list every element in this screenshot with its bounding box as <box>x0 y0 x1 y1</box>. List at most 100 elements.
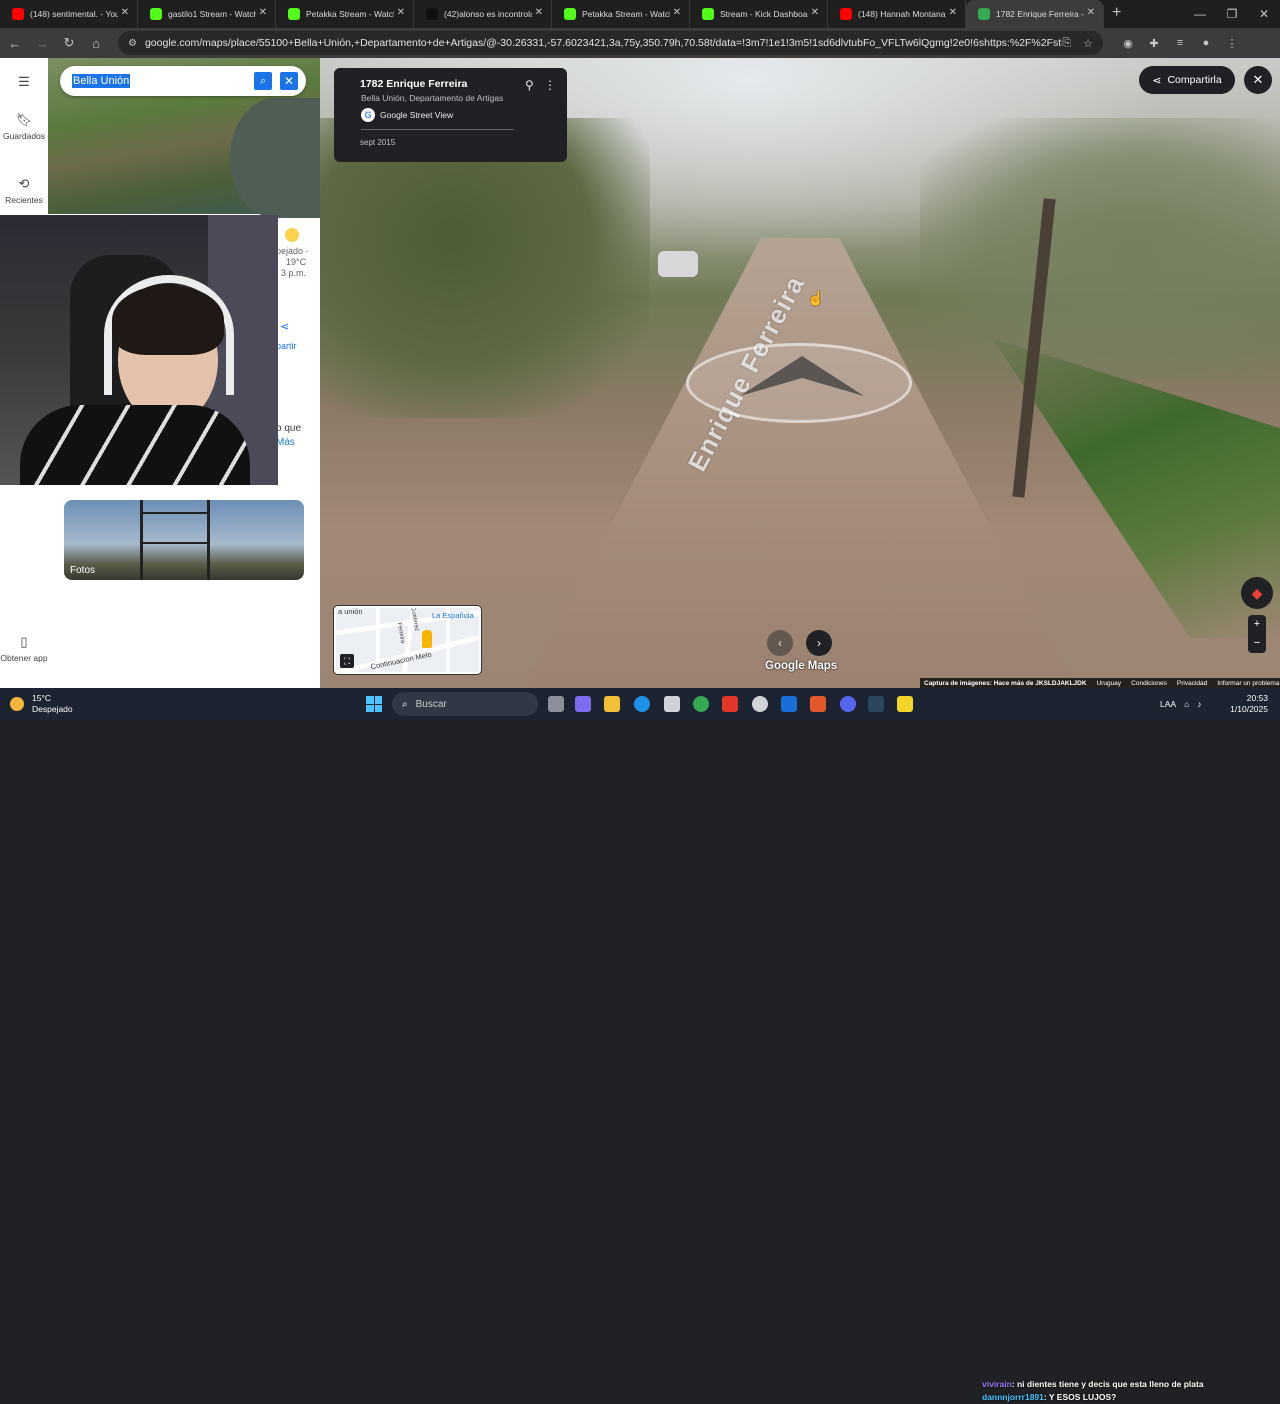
share-action[interactable]: ⋖ partir <box>276 320 297 351</box>
task-view-icon[interactable] <box>548 696 564 712</box>
taskbar-search-placeholder: Buscar <box>415 698 447 710</box>
browser-tab[interactable]: (148) sentimental. - YouTube✕ <box>0 0 138 28</box>
maximize-button[interactable]: ❐ <box>1216 0 1248 28</box>
attribution-bar: Captura de imágenes: Hace más de JKSLDJA… <box>920 678 1280 688</box>
minimap[interactable]: a unión La Española Continuacion Melo Fe… <box>334 606 481 674</box>
share-button[interactable]: ⋖ Compartirla <box>1139 66 1235 94</box>
nav-saved[interactable]: 🔖︎ Guardados <box>0 112 48 141</box>
more-link[interactable]: Más <box>276 436 301 450</box>
file-explorer-icon[interactable] <box>604 696 620 712</box>
browser-tab[interactable]: 1782 Enrique Ferreira - Google Maps✕ <box>966 0 1104 28</box>
tab-title: (148) Hannah Montana - YouTube <box>858 9 946 19</box>
close-tab-icon[interactable]: ✕ <box>121 7 129 18</box>
discord-icon[interactable] <box>840 696 856 712</box>
app-icon[interactable] <box>722 696 738 712</box>
tab-title: Petakka Stream - Watch Live <box>306 9 394 19</box>
close-street-view-button[interactable]: ✕ <box>1244 66 1272 94</box>
browser-tab[interactable]: gastilo1 Stream - Watch Live✕ <box>138 0 276 28</box>
menu-button[interactable]: ☰ <box>0 74 48 93</box>
browser-menu-icon[interactable]: ⋮ <box>1221 37 1243 50</box>
nav-recent[interactable]: ⟲ Recientes <box>0 176 48 205</box>
trees-right <box>920 118 1280 378</box>
tab-title: 1782 Enrique Ferreira - Google Maps <box>996 9 1084 19</box>
taskbar-search[interactable]: ⌕ Buscar <box>392 692 538 716</box>
windows-start-icon[interactable] <box>366 696 382 712</box>
weather-fragment: pejado · 19°C 3 p.m. <box>276 228 320 279</box>
browser-tab[interactable]: (42)alonso es incontrolable✕ <box>414 0 552 28</box>
site-info-icon[interactable]: ⚙ <box>128 38 137 49</box>
forward-icon[interactable]: → <box>30 36 54 51</box>
kick-icon <box>288 8 300 20</box>
copilot-icon[interactable] <box>575 696 591 712</box>
minimap-label: a unión <box>338 607 363 616</box>
more-options-icon[interactable]: ⋮ <box>544 78 556 92</box>
new-tab-button[interactable]: + <box>1112 4 1121 22</box>
close-tab-icon[interactable]: ✕ <box>811 7 819 18</box>
browser-tab[interactable]: Petakka Stream - Watch Live✕ <box>276 0 414 28</box>
chat-message: dannnjorrr1891: Y ESOS LUJOS? <box>982 1391 1204 1404</box>
extension-icon[interactable]: ◉ <box>1117 37 1139 50</box>
report-link[interactable]: Informar un problema <box>1217 680 1279 687</box>
tower-photo <box>140 500 210 580</box>
edge-icon[interactable] <box>634 696 650 712</box>
taskbar-weather[interactable]: 15°C Despejado <box>10 693 73 715</box>
photos-card[interactable]: Fotos <box>64 500 304 580</box>
terms-link[interactable]: Condiciones <box>1131 680 1167 687</box>
chat-username: dannnjorrr1891 <box>982 1392 1044 1402</box>
pin-icon[interactable]: ⚲ <box>525 78 534 92</box>
share-icon: ⋖ <box>280 321 290 333</box>
close-icon[interactable]: ✕ <box>280 72 298 90</box>
profile-avatar-icon[interactable]: ● <box>1195 37 1217 49</box>
media-icon[interactable]: ≡ <box>1169 37 1191 49</box>
capture-date[interactable]: sept 2015 <box>360 138 395 147</box>
previous-image-button[interactable]: ‹ <box>767 630 793 656</box>
minimap-label: La Española <box>432 611 474 620</box>
search-icon[interactable]: ⌕ <box>254 72 272 90</box>
address-bar[interactable]: ⚙ google.com/maps/place/55100+Bella+Unió… <box>118 31 1103 55</box>
search-input[interactable]: Bella Unión <box>72 74 131 88</box>
search-box[interactable]: Bella Unión ⌕ ✕ <box>60 66 306 96</box>
browser-tab[interactable]: Stream - Kick Dashboard ✕ <box>690 0 828 28</box>
close-tab-icon[interactable]: ✕ <box>673 7 681 18</box>
navigation-ring[interactable] <box>686 343 912 423</box>
app-icon[interactable] <box>897 696 913 712</box>
back-icon[interactable]: ← <box>3 36 27 51</box>
close-tab-icon[interactable]: ✕ <box>259 7 267 18</box>
share-button-label: Compartirla <box>1167 74 1222 86</box>
taskbar-clock[interactable]: 20:53 1/10/2025 <box>1224 693 1268 715</box>
minimize-button[interactable]: — <box>1184 0 1216 28</box>
zoom-out-button[interactable]: − <box>1248 634 1266 653</box>
store-icon[interactable] <box>664 696 680 712</box>
privacy-link[interactable]: Privacidad <box>1177 680 1207 687</box>
close-tab-icon[interactable]: ✕ <box>535 7 543 18</box>
language-indicator[interactable]: LAA <box>1160 699 1176 709</box>
weather-time: 3 p.m. <box>281 268 307 278</box>
close-tab-icon[interactable]: ✕ <box>1087 7 1095 18</box>
browser-tab[interactable]: (148) Hannah Montana - YouTube✕ <box>828 0 966 28</box>
outlook-icon[interactable] <box>781 696 797 712</box>
location-info-card: 1782 Enrique Ferreira Bella Unión, Depar… <box>334 68 567 162</box>
reload-icon[interactable]: ↻ <box>57 35 81 51</box>
streaming-app-icon[interactable] <box>810 696 826 712</box>
volume-icon[interactable]: ♪ <box>1197 699 1201 709</box>
nav-saved-label: Guardados <box>2 131 46 141</box>
app-icon[interactable] <box>752 696 768 712</box>
chrome-icon[interactable] <box>693 696 709 712</box>
browser-tab[interactable]: Petakka Stream - Watch Live✕ <box>552 0 690 28</box>
bookmark-star-icon[interactable]: ☆ <box>1083 37 1093 50</box>
browser-toolbar: ← → ↻ ⌂ ⚙ google.com/maps/place/55100+Be… <box>0 28 1280 58</box>
home-icon[interactable]: ⌂ <box>84 36 108 51</box>
steam-icon[interactable] <box>868 696 884 712</box>
next-image-button[interactable]: › <box>806 630 832 656</box>
expand-icon[interactable]: ⛶ <box>340 654 354 668</box>
clock-date: 1/10/2025 <box>1230 704 1268 714</box>
close-tab-icon[interactable]: ✕ <box>949 7 957 18</box>
network-icon[interactable]: ⌂ <box>1184 699 1189 709</box>
zoom-in-button[interactable]: + <box>1248 615 1266 634</box>
close-tab-icon[interactable]: ✕ <box>397 7 405 18</box>
nav-get-app[interactable]: ▯ Obtener app <box>0 634 48 663</box>
extensions-puzzle-icon[interactable]: ✚ <box>1143 37 1165 50</box>
install-icon[interactable]: ⎘ <box>1062 37 1071 50</box>
compass-icon[interactable]: ◆ <box>1241 577 1273 609</box>
close-window-button[interactable]: ✕ <box>1248 0 1280 28</box>
